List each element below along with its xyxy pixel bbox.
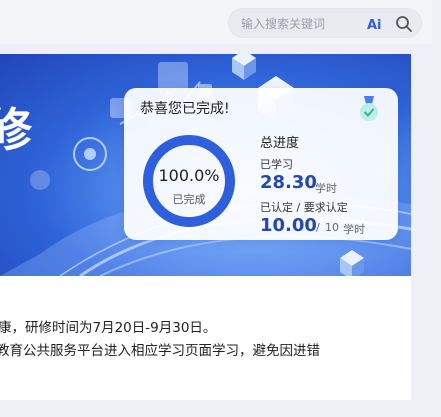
banner-title-fragment: 修 [0, 103, 32, 157]
notice-line: 教育公共服务平台进入相应学习页面学习，避免因进错 [0, 343, 320, 359]
medal-icon [360, 96, 378, 121]
percent-label: 已完成 [172, 193, 206, 206]
learned-label: 已学习 [260, 158, 293, 171]
certified-value: 10.00 [260, 215, 317, 236]
learned-value: 28.30 [260, 172, 317, 193]
page-edge [432, 0, 441, 417]
notice-line: 康，研修时间为7月20日-9月30日。 [0, 320, 217, 336]
certified-separator: / [316, 221, 320, 234]
top-bar: Ai [0, 0, 441, 44]
progress-title: 总进度 [260, 136, 300, 151]
certified-unit: 学时 [343, 223, 365, 236]
ai-assistant-icon[interactable]: Ai [366, 16, 388, 32]
completion-card: 恭喜您已完成! 100.0% 已完成 总进度 已学习 28.30 学时 已认定 … [124, 88, 398, 240]
required-value: 10 [325, 221, 339, 234]
card-title: 恭喜您已完成! [140, 101, 230, 117]
certified-label: 已认定 / 要求认定 [260, 201, 348, 214]
search-icon[interactable] [395, 15, 413, 33]
search-box[interactable]: Ai [228, 8, 422, 38]
percent-value: 100.0% [158, 166, 220, 185]
learned-unit: 学时 [315, 182, 337, 195]
search-input[interactable] [241, 15, 359, 33]
svg-text:Ai: Ai [367, 18, 382, 32]
notice-panel: 康，研修时间为7月20日-9月30日。 教育公共服务平台进入相应学习页面学习，避… [0, 276, 411, 400]
